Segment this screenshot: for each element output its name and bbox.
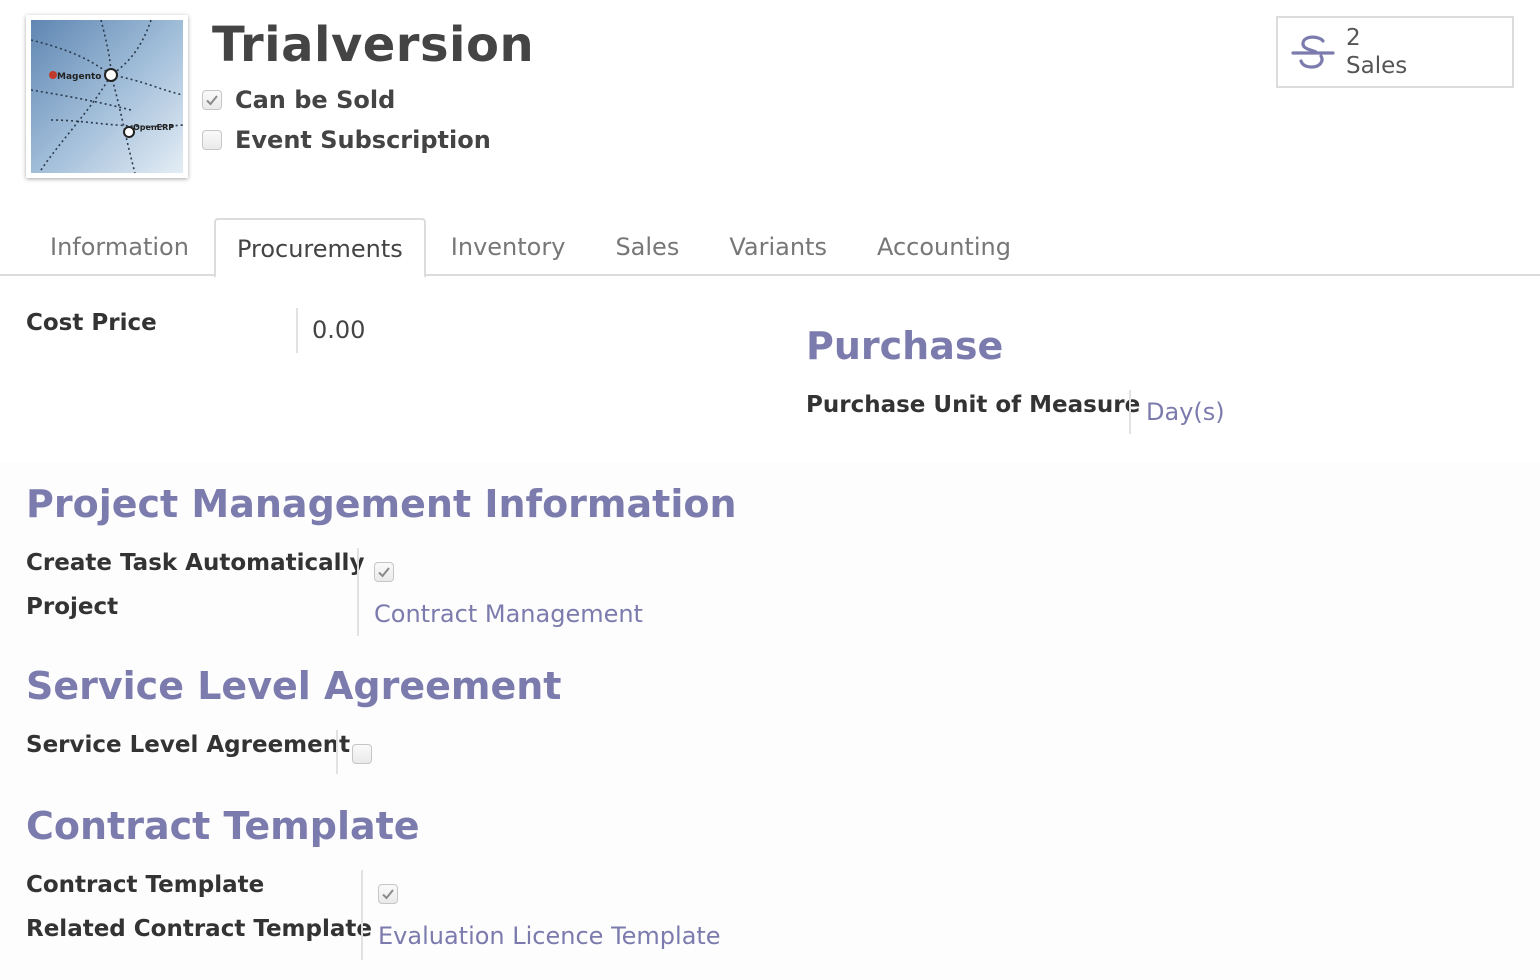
cost-price-label: Cost Price [26,310,157,336]
can-be-sold-label: Can be Sold [235,86,396,114]
strikethrough-s-icon [1291,35,1335,69]
purchase-uom-link[interactable]: Day(s) [1146,398,1225,426]
purchase-section-title: Purchase [806,324,1004,368]
notebook-tabs: Information Procurements Inventory Sales… [0,218,1540,278]
event-subscription-checkbox[interactable] [202,130,222,150]
project-management-title: Project Management Information [26,482,737,526]
flag-can-be-sold: Can be Sold [202,86,395,114]
field-separator [357,548,359,636]
can-be-sold-checkbox[interactable] [202,90,222,110]
event-subscription-label: Event Subscription [235,126,491,154]
tab-procurements[interactable]: Procurements [213,218,426,278]
sales-count: 2 [1346,25,1361,51]
purchase-uom-label: Purchase Unit of Measure [806,392,1141,418]
field-separator [361,870,363,960]
magento-logo-text: Magento [57,72,101,82]
checkmark-icon [382,889,394,900]
tab-information[interactable]: Information [25,218,214,276]
related-contract-template-label: Related Contract Template [26,916,372,942]
sla-label: Service Level Agreement [26,732,351,758]
sales-stat-button[interactable]: 2 Sales [1276,16,1514,88]
contract-template-label: Contract Template [26,872,265,898]
field-separator [336,730,338,774]
openerp-logo-text: OpenERP [133,123,174,132]
contract-template-checkbox[interactable] [378,884,398,904]
related-contract-template-link[interactable]: Evaluation Licence Template [378,922,721,950]
sla-section-title: Service Level Agreement [26,664,562,708]
tab-sales[interactable]: Sales [590,218,704,276]
checkmark-icon [206,95,218,106]
cost-price-value[interactable]: 0.00 [312,316,365,344]
tab-accounting[interactable]: Accounting [852,218,1036,276]
sla-checkbox[interactable] [352,744,372,764]
product-image-graphic: Magento OpenERP [31,20,183,173]
create-task-checkbox[interactable] [374,562,394,582]
project-label: Project [26,594,119,620]
sales-caption: Sales [1346,53,1408,79]
field-separator [296,308,298,353]
form-lower-background [0,462,1540,980]
product-title[interactable]: Trialversion [212,14,534,76]
product-image[interactable]: Magento OpenERP [26,15,188,178]
tab-variants[interactable]: Variants [704,218,852,276]
contract-template-title: Contract Template [26,804,420,848]
tab-inventory[interactable]: Inventory [426,218,591,276]
create-task-label: Create Task Automatically [26,550,365,576]
checkmark-icon [378,567,390,578]
field-separator [1129,390,1131,434]
project-link[interactable]: Contract Management [374,600,643,628]
flag-event-subscription: Event Subscription [202,126,491,154]
